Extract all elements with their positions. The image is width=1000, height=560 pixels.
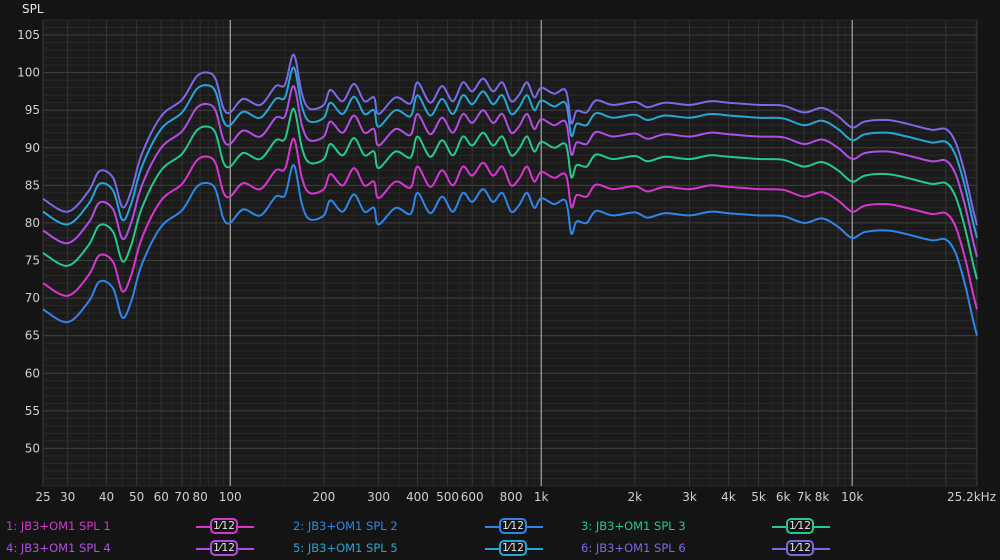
x-tick-label: 40 <box>99 490 114 504</box>
x-tick-label: 10k <box>841 490 863 504</box>
legend-label: 2: JB3+OM1 SPL 2 <box>293 519 398 533</box>
legend-smoothing-5[interactable]: 1⁄12 <box>485 538 543 558</box>
x-tick-label: 400 <box>406 490 429 504</box>
legend-label: 5: JB3+OM1 SPL 5 <box>293 541 398 555</box>
y-tick-label: 80 <box>25 216 40 230</box>
y-tick-label: 55 <box>25 404 40 418</box>
y-axis-label: SPL <box>22 2 44 16</box>
x-axis-ticks: 25 30 40 50 60 70 80 100 200 300 400 500 600 800 1k 2k 3… <box>35 490 996 504</box>
legend-label: 3: JB3+OM1 SPL 3 <box>581 519 686 533</box>
x-tick-label: 5k <box>751 490 766 504</box>
y-tick-label: 75 <box>25 254 40 268</box>
x-tick-label: 2k <box>628 490 643 504</box>
x-tick-label: 30 <box>60 490 75 504</box>
smoothing-badge: 1⁄12 <box>786 518 814 534</box>
y-tick-label: 100 <box>17 66 40 80</box>
y-tick-label: 60 <box>25 366 40 380</box>
x-tick-label: 4k <box>721 490 736 504</box>
x-tick-label: 70 <box>174 490 189 504</box>
x-tick-label: 500 <box>436 490 459 504</box>
smoothing-badge: 1⁄12 <box>210 518 238 534</box>
legend-item-1[interactable]: 1: JB3+OM1 SPL 1 <box>6 516 111 536</box>
legend-smoothing-3[interactable]: 1⁄12 <box>772 516 830 536</box>
x-tick-label: 600 <box>461 490 484 504</box>
smoothing-badge: 1⁄12 <box>210 540 238 556</box>
legend-label: 1: JB3+OM1 SPL 1 <box>6 519 111 533</box>
x-tick-label: 25.2kHz <box>947 490 996 504</box>
x-tick-label: 25 <box>35 490 50 504</box>
smoothing-badge: 1⁄12 <box>499 540 527 556</box>
x-tick-label: 7k <box>797 490 812 504</box>
legend-item-5[interactable]: 5: JB3+OM1 SPL 5 <box>293 538 398 558</box>
legend-label: 6: JB3+OM1 SPL 6 <box>581 541 686 555</box>
x-tick-label: 3k <box>682 490 697 504</box>
smoothing-badge: 1⁄12 <box>786 540 814 556</box>
x-tick-label: 300 <box>367 490 390 504</box>
x-tick-label: 50 <box>129 490 144 504</box>
legend-smoothing-6[interactable]: 1⁄12 <box>772 538 830 558</box>
y-tick-label: 95 <box>25 103 40 117</box>
x-tick-label: 1k <box>534 490 549 504</box>
legend-item-4[interactable]: 4: JB3+OM1 SPL 4 <box>6 538 111 558</box>
y-tick-label: 105 <box>17 28 40 42</box>
x-tick-label: 200 <box>312 490 335 504</box>
y-tick-label: 65 <box>25 329 40 343</box>
y-tick-label: 85 <box>25 178 40 192</box>
legend-item-6[interactable]: 6: JB3+OM1 SPL 6 <box>581 538 686 558</box>
legend-smoothing-1[interactable]: 1⁄12 <box>196 516 254 536</box>
smoothing-badge: 1⁄12 <box>499 518 527 534</box>
legend-label: 4: JB3+OM1 SPL 4 <box>6 541 111 555</box>
y-axis-ticks: 50 55 60 65 70 75 80 85 90 95 100 105 <box>17 28 40 455</box>
y-tick-label: 70 <box>25 291 40 305</box>
y-tick-label: 90 <box>25 141 40 155</box>
x-tick-label: 60 <box>154 490 169 504</box>
x-tick-label: 8k <box>815 490 830 504</box>
spl-chart[interactable]: 50556065707580859095100105 25 30 40 50 60 70 8… <box>0 0 1000 512</box>
legend-smoothing-2[interactable]: 1⁄12 <box>485 516 543 536</box>
x-tick-label: 6k <box>776 490 791 504</box>
legend-item-3[interactable]: 3: JB3+OM1 SPL 3 <box>581 516 686 536</box>
x-tick-label: 100 <box>219 490 242 504</box>
x-tick-label: 800 <box>500 490 523 504</box>
x-tick-label: 80 <box>192 490 207 504</box>
legend: 1: JB3+OM1 SPL 1 1⁄12 2: JB3+OM1 SPL 2 1… <box>0 512 1000 560</box>
y-tick-label: 50 <box>25 441 40 455</box>
legend-item-2[interactable]: 2: JB3+OM1 SPL 2 <box>293 516 398 536</box>
legend-smoothing-4[interactable]: 1⁄12 <box>196 538 254 558</box>
